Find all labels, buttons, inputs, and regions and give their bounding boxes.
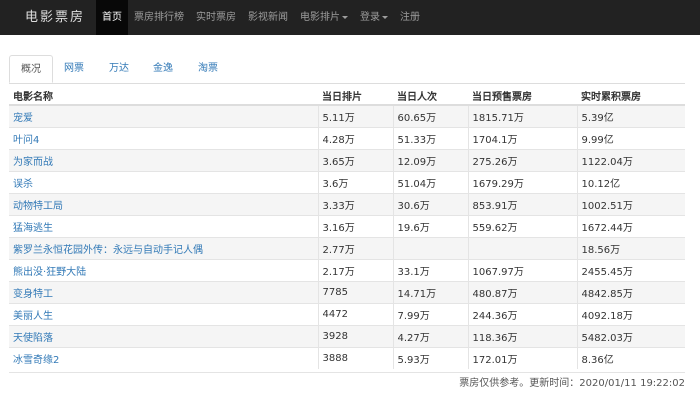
movie-name-link[interactable]: 紫罗兰永恒花园外传：永远与自动手记人偶 [9, 237, 318, 260]
table-row: 猛海逃生 3.16万 19.6万 559.62万 1672.44万 [9, 215, 685, 238]
daily-admissions [392, 237, 468, 260]
movie-name-link[interactable]: 变身特工 [9, 281, 318, 304]
table-row: 叶问4 4.28万 51.33万 1704.1万 9.99亿 [9, 127, 685, 150]
table-row: 紫罗兰永恒花园外传：永远与自动手记人偶 2.77万 18.56万 [9, 237, 685, 260]
brand-logo[interactable]: 电影票房 [25, 0, 85, 35]
top-navbar: 电影票房 首页 票房排行榜 实时票房 影视新闻 电影排片 登录 注册 [0, 0, 700, 35]
movie-name-link[interactable]: 熊出没·狂野大陆 [9, 259, 318, 282]
cumulative-box-office: 1122.04万 [576, 149, 685, 172]
daily-screenings: 5.11万 [317, 104, 393, 128]
daily-presale [467, 237, 577, 260]
daily-admissions: 14.71万 [392, 281, 468, 304]
cinema-tabs: 概况 网票 万达 金逸 淘票 [9, 55, 685, 84]
daily-screenings: 3.16万 [317, 215, 393, 238]
daily-admissions: 19.6万 [392, 215, 468, 238]
daily-presale: 1815.71万 [467, 104, 577, 128]
nav-item-film-news[interactable]: 影视新闻 [242, 0, 294, 35]
cumulative-box-office: 1672.44万 [576, 215, 685, 238]
nav-item-login-dropdown[interactable]: 登录 [354, 0, 394, 35]
table-row: 变身特工 7785 14.71万 480.87万 4842.85万 [9, 281, 685, 304]
daily-admissions: 12.09万 [392, 149, 468, 172]
nav-item-schedule-dropdown[interactable]: 电影排片 [294, 0, 354, 35]
movie-name-link[interactable]: 宠爱 [9, 104, 318, 128]
daily-presale: 1704.1万 [467, 127, 577, 150]
movie-name-link[interactable]: 冰雪奇缘2 [9, 347, 318, 369]
daily-presale: 1067.97万 [467, 259, 577, 282]
daily-admissions: 30.6万 [392, 193, 468, 216]
daily-presale: 275.26万 [467, 149, 577, 172]
daily-presale: 172.01万 [467, 347, 577, 369]
daily-admissions: 51.04万 [392, 171, 468, 194]
daily-presale: 1679.29万 [467, 171, 577, 194]
tab-wangpiao[interactable]: 网票 [64, 55, 84, 82]
update-note: 票房仅供参考。更新时间：2020/01/11 19:22:02 [9, 372, 685, 395]
table-header-row: 电影名称 当日排片 当日人次 当日预售票房 实时累积票房 [9, 86, 685, 106]
daily-screenings: 3928 [317, 325, 393, 348]
daily-screenings: 7785 [317, 281, 393, 304]
cumulative-box-office: 8.36亿 [576, 347, 685, 369]
daily-admissions: 4.27万 [392, 325, 468, 348]
cumulative-box-office: 1002.51万 [576, 193, 685, 216]
table-row: 美丽人生 4472 7.99万 244.36万 4092.18万 [9, 303, 685, 326]
caret-down-icon [382, 15, 388, 19]
cumulative-box-office: 2455.45万 [576, 259, 685, 282]
daily-admissions: 7.99万 [392, 303, 468, 326]
daily-screenings: 3.65万 [317, 149, 393, 172]
col-header-daily-admissions: 当日人次 [393, 86, 468, 106]
daily-admissions: 51.33万 [392, 127, 468, 150]
table-row: 宠爱 5.11万 60.65万 1815.71万 5.39亿 [9, 104, 685, 128]
col-header-movie-name: 电影名称 [9, 86, 318, 106]
daily-admissions: 60.65万 [392, 104, 468, 128]
tab-taopiao[interactable]: 淘票 [198, 55, 218, 82]
cumulative-box-office: 4092.18万 [576, 303, 685, 326]
cumulative-box-office: 18.56万 [576, 237, 685, 260]
cumulative-box-office: 5482.03万 [576, 325, 685, 348]
nav-item-home[interactable]: 首页 [96, 0, 128, 35]
daily-presale: 559.62万 [467, 215, 577, 238]
table-row: 天使陷落 3928 4.27万 118.36万 5482.03万 [9, 325, 685, 348]
daily-presale: 480.87万 [467, 281, 577, 304]
col-header-cumulative-box-office: 实时累积票房 [577, 86, 685, 106]
table-row: 动物特工局 3.33万 30.6万 853.91万 1002.51万 [9, 193, 685, 216]
cumulative-box-office: 5.39亿 [576, 104, 685, 128]
movie-name-link[interactable]: 美丽人生 [9, 303, 318, 326]
daily-admissions: 5.93万 [392, 347, 468, 369]
daily-screenings: 3.6万 [317, 171, 393, 194]
tab-overview[interactable]: 概况 [9, 55, 53, 83]
tab-jinyi[interactable]: 金逸 [153, 55, 173, 82]
daily-screenings: 3888 [317, 347, 393, 369]
cumulative-box-office: 10.12亿 [576, 171, 685, 194]
table-row: 误杀 3.6万 51.04万 1679.29万 10.12亿 [9, 171, 685, 194]
movie-name-link[interactable]: 动物特工局 [9, 193, 318, 216]
col-header-daily-presale: 当日预售票房 [468, 86, 577, 106]
movie-name-link[interactable]: 天使陷落 [9, 325, 318, 348]
nav-item-box-office-ranking[interactable]: 票房排行榜 [128, 0, 190, 35]
table-row: 熊出没·狂野大陆 2.17万 33.1万 1067.97万 2455.45万 [9, 259, 685, 282]
cumulative-box-office: 9.99亿 [576, 127, 685, 150]
table-row: 冰雪奇缘2 3888 5.93万 172.01万 8.36亿 [9, 347, 685, 369]
movie-name-link[interactable]: 猛海逃生 [9, 215, 318, 238]
daily-screenings: 4472 [317, 303, 393, 326]
tab-wanda[interactable]: 万达 [109, 55, 129, 82]
daily-admissions: 33.1万 [392, 259, 468, 282]
daily-screenings: 2.77万 [317, 237, 393, 260]
movie-name-link[interactable]: 叶问4 [9, 127, 318, 150]
daily-screenings: 4.28万 [317, 127, 393, 150]
daily-presale: 853.91万 [467, 193, 577, 216]
box-office-table: 电影名称 当日排片 当日人次 当日预售票房 实时累积票房 宠爱 5.11万 60.6… [9, 86, 685, 369]
daily-presale: 118.36万 [467, 325, 577, 348]
daily-presale: 244.36万 [467, 303, 577, 326]
movie-name-link[interactable]: 误杀 [9, 171, 318, 194]
movie-name-link[interactable]: 为家而战 [9, 149, 318, 172]
caret-down-icon [342, 15, 348, 19]
daily-screenings: 2.17万 [317, 259, 393, 282]
nav-item-register[interactable]: 注册 [394, 0, 426, 35]
nav-item-realtime-box-office[interactable]: 实时票房 [190, 0, 242, 35]
daily-screenings: 3.33万 [317, 193, 393, 216]
nav-menu: 首页 票房排行榜 实时票房 影视新闻 电影排片 登录 注册 [96, 0, 426, 35]
table-row: 为家而战 3.65万 12.09万 275.26万 1122.04万 [9, 149, 685, 172]
cumulative-box-office: 4842.85万 [576, 281, 685, 304]
col-header-daily-screenings: 当日排片 [318, 86, 393, 106]
